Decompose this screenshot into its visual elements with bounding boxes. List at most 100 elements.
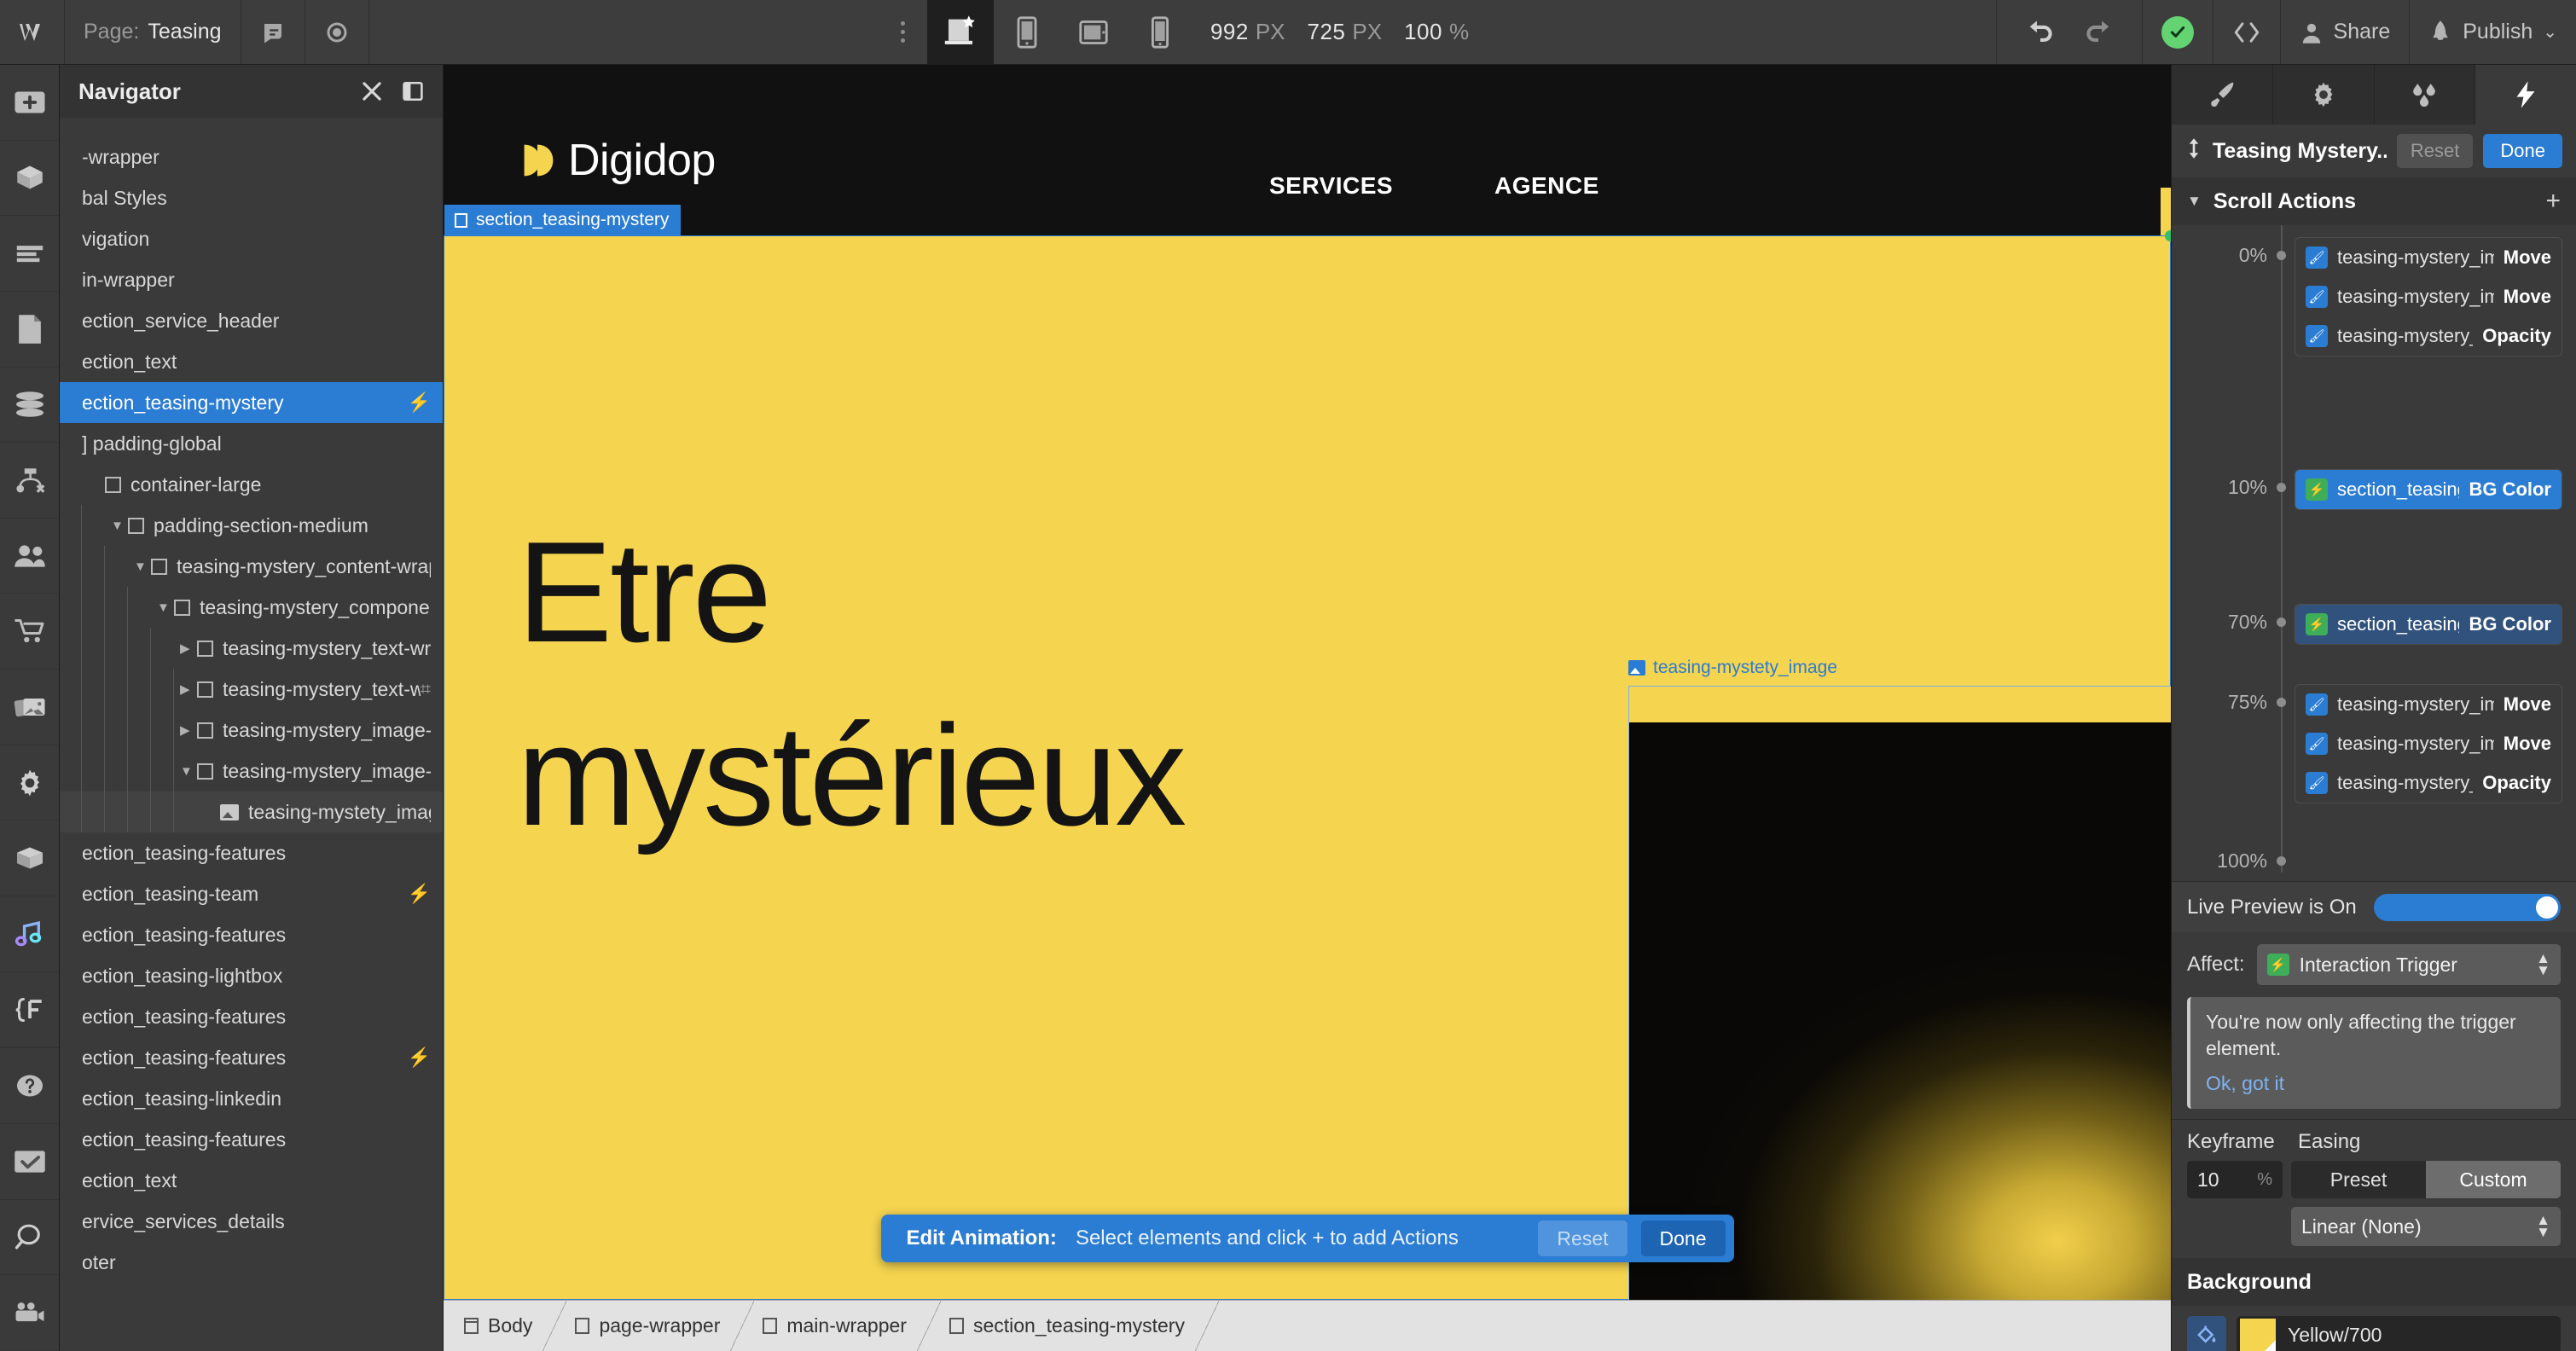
help-icon[interactable] <box>0 1048 59 1124</box>
navigator-tree[interactable]: -wrapper bal Styles vigation in-wrapper ecti… <box>60 118 443 1351</box>
caret-down-icon[interactable]: ▼ <box>111 519 128 533</box>
logic-icon[interactable] <box>0 443 59 519</box>
canvas-width-value[interactable]: 992 <box>1210 19 1249 45</box>
interaction-done-button[interactable]: Done <box>2483 134 2562 168</box>
share-button[interactable]: Share <box>2279 0 2410 64</box>
affect-tip-dismiss-link[interactable]: Ok, got it <box>2206 1072 2284 1095</box>
keyframe-marker[interactable] <box>2267 604 2295 627</box>
device-desktop-starred[interactable] <box>926 0 994 64</box>
canvas-height-value[interactable]: 725 <box>1308 19 1346 45</box>
navigator-item[interactable]: bal Styles <box>60 177 443 218</box>
navigator-item[interactable]: ▶ teasing-mystery_text-wrapper <box>60 628 443 669</box>
site-logo[interactable]: Digidop <box>520 135 716 186</box>
animation-action-row[interactable]: 🖌 teasing-mystery_ima... Move <box>2295 685 2561 724</box>
navigator-item[interactable]: ection_teasing-features <box>60 996 443 1037</box>
undo-icon[interactable] <box>2026 16 2055 48</box>
caret-down-icon[interactable]: ▼ <box>157 600 174 615</box>
selected-section-teasing-mystery[interactable]: section_teasing-mystery Etre mystérieux … <box>444 205 2171 1300</box>
navigator-item[interactable]: ection_text <box>60 341 443 382</box>
animation-action-row[interactable]: 🖌 teasing-mystery_ima... Move <box>2295 238 2561 277</box>
animation-action-row[interactable]: 🖌 teasing-mystery_ima... Move <box>2295 724 2561 763</box>
animation-action-row[interactable]: ⚡ section_teasing-... BG Color <box>2295 605 2561 644</box>
navigator-item[interactable]: ▼ teasing-mystery_component <box>60 587 443 628</box>
navigator-item[interactable]: ection_teasing-features <box>60 832 443 873</box>
tab-interactions[interactable] <box>2475 65 2576 125</box>
triangle-down-icon[interactable]: ▼ <box>2187 193 2202 210</box>
background-color-field[interactable]: Yellow/700 <box>2237 1316 2561 1351</box>
saved-status-icon[interactable] <box>2141 0 2213 64</box>
navigator-item[interactable]: ection_teasing-features <box>60 1119 443 1160</box>
navigator-item[interactable]: ] padding-global <box>60 423 443 464</box>
resize-handle[interactable] <box>2165 230 2171 241</box>
apps-icon[interactable] <box>0 820 59 897</box>
code-brackets-icon[interactable] <box>2212 0 2280 64</box>
navigator-item[interactable]: container-large <box>60 464 443 505</box>
site-nav-services[interactable]: SERVICES <box>1269 172 1393 200</box>
variables-icon[interactable] <box>0 972 59 1048</box>
assets-icon[interactable] <box>0 670 59 745</box>
search-icon[interactable] <box>0 1200 59 1276</box>
caret-right-icon[interactable]: ▶ <box>180 681 197 697</box>
navigator-item[interactable]: ▼ padding-section-medium <box>60 505 443 546</box>
easing-curve-select[interactable]: Linear (None) ▲ ▼ <box>2291 1207 2561 1247</box>
video-icon[interactable] <box>0 1275 59 1351</box>
selected-image-wrapper[interactable]: teasing-mystety_image <box>1628 658 2171 1300</box>
navigator-item[interactable]: vigation <box>60 218 443 259</box>
breadcrumb-item[interactable]: page-wrapper <box>554 1301 755 1351</box>
chevron-down-icon[interactable]: ⌄ <box>2543 21 2557 43</box>
animation-action-row[interactable]: 🖌 teasing-mystery_i... Opacity <box>2295 763 2561 803</box>
navigator-item[interactable]: ▶ teasing-mystery_image-wrapper <box>60 710 443 751</box>
device-tablet[interactable] <box>994 0 1060 64</box>
interaction-reset-button[interactable]: Reset <box>2396 134 2474 168</box>
redo-icon[interactable] <box>2084 16 2113 48</box>
add-action-plus-icon[interactable]: + <box>2545 188 2561 214</box>
site-nav-agence[interactable]: AGENCE <box>1494 172 1599 200</box>
paint-bucket-icon[interactable] <box>2187 1316 2226 1351</box>
caret-down-icon[interactable]: ▼ <box>180 764 197 779</box>
navigator-item[interactable]: ▼ teasing-mystery_content-wrapper <box>60 546 443 587</box>
add-elements-icon[interactable] <box>0 65 59 141</box>
navigator-item[interactable]: ection_teasing-linkedin <box>60 1078 443 1119</box>
webflow-logo-icon[interactable] <box>0 0 65 64</box>
navigator-item[interactable]: ection_service_header <box>60 300 443 341</box>
navigator-item[interactable]: ection_teasing-lightbox <box>60 955 443 996</box>
easing-custom-button[interactable]: Custom <box>2426 1161 2561 1199</box>
settings-gear-icon[interactable] <box>0 745 59 821</box>
design-canvas[interactable]: Digidop SERVICES AGENCE RESSOURCES Réali… <box>444 65 2171 1300</box>
publish-button[interactable]: Publish ⌄ <box>2409 0 2576 64</box>
animation-action-row[interactable]: ⚡ section_teasing-... BG Color <box>2295 470 2561 509</box>
navigator-item[interactable]: ▼ teasing-mystery_image-wrapper <box>60 751 443 791</box>
audio-interaction-icon[interactable] <box>0 896 59 972</box>
breadcrumb-item[interactable]: Body <box>444 1301 567 1351</box>
panel-dock-icon[interactable] <box>402 80 424 102</box>
keyframe-marker[interactable] <box>2267 237 2295 260</box>
comment-icon[interactable] <box>241 0 305 64</box>
animation-action-row[interactable]: 🖌 teasing-mystery_ima... Move <box>2295 277 2561 316</box>
navigator-item[interactable]: ection_teasing-features <box>60 914 443 955</box>
components-icon[interactable] <box>0 141 59 217</box>
canvas-dimensions[interactable]: 992 PX 725 PX 100 % <box>1193 0 1486 64</box>
navigator-item[interactable]: ection_teasing-team ⚡ <box>60 873 443 914</box>
live-preview-toggle[interactable] <box>2374 893 2561 921</box>
canvas-zoom-value[interactable]: 100 <box>1404 19 1442 45</box>
navigator-item[interactable]: ection_teasing-mystery ⚡ <box>60 382 443 423</box>
more-vertical-icon[interactable] <box>879 0 927 64</box>
navigator-item[interactable]: -wrapper <box>60 136 443 177</box>
tab-style-brush[interactable] <box>2172 65 2273 125</box>
edit-animation-reset-button[interactable]: Reset <box>1538 1221 1627 1256</box>
device-mobile[interactable] <box>1127 0 1193 64</box>
tab-style-manager[interactable] <box>2375 65 2476 125</box>
keyframe-marker[interactable] <box>2267 684 2295 707</box>
audit-checkmark-icon[interactable] <box>0 1124 59 1200</box>
navigator-icon[interactable] <box>0 216 59 292</box>
caret-down-icon[interactable]: ▼ <box>134 560 151 574</box>
users-icon[interactable] <box>0 519 59 594</box>
navigator-item[interactable]: in-wrapper <box>60 259 443 300</box>
animation-action-row[interactable]: 🖌 teasing-mystery_i... Opacity <box>2295 316 2561 356</box>
affect-select[interactable]: ⚡ Interaction Trigger ▲ ▼ <box>2256 944 2561 985</box>
pages-icon[interactable] <box>0 292 59 368</box>
ecommerce-icon[interactable] <box>0 594 59 670</box>
navigator-item[interactable]: ervice_services_details <box>60 1201 443 1242</box>
navigator-item[interactable]: oter <box>60 1242 443 1283</box>
tab-settings-gear[interactable] <box>2273 65 2375 125</box>
